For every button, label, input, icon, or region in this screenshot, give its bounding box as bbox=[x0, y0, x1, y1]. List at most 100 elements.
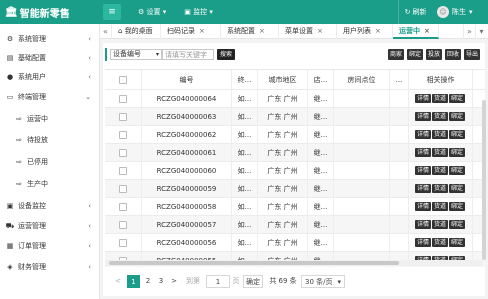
sidebar-item-system[interactable]: ⚙ 系统管理 ‹ bbox=[0, 30, 100, 48]
close-icon[interactable]: × bbox=[199, 27, 205, 35]
horizontal-scrollbar[interactable] bbox=[105, 260, 483, 266]
checkbox[interactable] bbox=[119, 220, 127, 229]
close-icon[interactable]: × bbox=[424, 27, 430, 35]
field-select[interactable]: 设备编号 ▾ bbox=[110, 49, 162, 60]
column-header[interactable]: 店... bbox=[308, 70, 334, 89]
lane-button[interactable]: 货道 bbox=[431, 202, 448, 211]
lane-button[interactable]: 货道 bbox=[431, 220, 448, 229]
detail-button[interactable]: 详情 bbox=[414, 94, 431, 103]
deploy-button[interactable]: 投放 bbox=[426, 49, 443, 60]
lane-button[interactable]: 货道 bbox=[431, 148, 448, 157]
tab-menu-settings[interactable]: 菜单设置 × bbox=[279, 24, 337, 39]
tab-operating[interactable]: 运营中 × bbox=[393, 24, 439, 39]
lane-button[interactable]: 货道 bbox=[431, 166, 448, 175]
table-row[interactable]: RCZG040000058 如... 广东 广州 继... 详情 货道 绑定 bbox=[105, 198, 485, 216]
sidebar-item-config[interactable]: ▤ 基础配置 ‹ bbox=[0, 49, 100, 67]
checkbox[interactable] bbox=[119, 238, 127, 247]
checkbox[interactable] bbox=[119, 75, 127, 84]
goto-page-input[interactable]: 1 bbox=[206, 275, 230, 288]
brand[interactable]: 🏛 智能新零售 bbox=[0, 0, 100, 24]
goto-confirm-button[interactable]: 确定 bbox=[243, 275, 263, 288]
tab-desktop[interactable]: ⌂ 我的桌面 bbox=[112, 24, 161, 39]
lane-button[interactable]: 货道 bbox=[431, 94, 448, 103]
sidebar-item-finance[interactable]: ◈ 财务管理 ‹ bbox=[0, 258, 100, 276]
bind-button[interactable]: 绑定 bbox=[449, 166, 466, 175]
table-row[interactable]: RCZG040000060 如... 广东 广州 继... 详情 货道 绑定 bbox=[105, 162, 485, 180]
sidebar-item-orders[interactable]: ▦ 订单管理 ‹ bbox=[0, 237, 100, 255]
bind-button[interactable]: 绑定 bbox=[449, 130, 466, 139]
checkbox[interactable] bbox=[119, 94, 127, 103]
bind-button[interactable]: 绑定 bbox=[407, 49, 424, 60]
table-row[interactable]: RCZG040000056 如... 广东 广州 继... 详情 货道 绑定 bbox=[105, 234, 485, 252]
refresh-button[interactable]: ↻ 刷新 bbox=[398, 0, 432, 24]
detail-button[interactable]: 详情 bbox=[414, 238, 431, 247]
menu-toggle-button[interactable]: ≡ bbox=[103, 4, 121, 20]
lane-button[interactable]: 货道 bbox=[431, 130, 448, 139]
header-select-all[interactable] bbox=[105, 70, 142, 89]
page-2-button[interactable]: 2 bbox=[143, 275, 153, 288]
checkbox[interactable] bbox=[119, 112, 127, 121]
detail-button[interactable]: 详情 bbox=[414, 130, 431, 139]
lane-button[interactable]: 货道 bbox=[431, 184, 448, 193]
keyword-input[interactable] bbox=[162, 49, 214, 60]
detail-button[interactable]: 详情 bbox=[414, 166, 431, 175]
checkbox[interactable] bbox=[119, 166, 127, 175]
page-size-select[interactable]: 30 条/页 ▾ bbox=[301, 275, 345, 288]
checkbox[interactable] bbox=[119, 148, 127, 157]
sidebar-subitem-producing[interactable]: ⇨ 生产中 bbox=[0, 175, 100, 193]
tab-scroll-right-icon[interactable]: » bbox=[463, 24, 475, 39]
close-icon[interactable]: × bbox=[375, 27, 381, 35]
table-row[interactable]: RCZG040000061 如... 广东 广州 继... 详情 货道 绑定 bbox=[105, 144, 485, 162]
sidebar-item-users[interactable]: ● 系统用户 ‹ bbox=[0, 68, 100, 86]
sidebar-subitem-pending[interactable]: ⇨ 待投放 bbox=[0, 131, 100, 149]
nav-monitor[interactable]: ▣ 监控 ▾ bbox=[184, 7, 213, 17]
column-header[interactable]: 城市地区 bbox=[258, 70, 308, 89]
user-menu[interactable]: ☺ 陈生 ▾ bbox=[437, 0, 473, 24]
scrollbar-thumb[interactable] bbox=[109, 261, 399, 265]
detail-button[interactable]: 详情 bbox=[414, 220, 431, 229]
recycle-button[interactable]: 回收 bbox=[445, 49, 462, 60]
next-page-button[interactable]: > bbox=[169, 275, 179, 288]
search-button[interactable]: 搜索 bbox=[217, 49, 235, 60]
sidebar-item-operations[interactable]: ⛟ 运营管理 ‹ bbox=[0, 217, 100, 235]
table-row[interactable]: RCZG040000064 如... 广东 广州 继... 详情 货道 绑定 bbox=[105, 90, 485, 108]
sidebar-item-monitor[interactable]: ▣ 设备监控 ‹ bbox=[0, 197, 100, 215]
merchant-button[interactable]: 商家 bbox=[388, 49, 405, 60]
bind-button[interactable]: 绑定 bbox=[449, 202, 466, 211]
page-1-button[interactable]: 1 bbox=[127, 275, 140, 288]
detail-button[interactable]: 详情 bbox=[414, 112, 431, 121]
column-header[interactable]: ... bbox=[390, 70, 409, 89]
bind-button[interactable]: 绑定 bbox=[449, 148, 466, 157]
export-button[interactable]: 导出 bbox=[464, 49, 481, 60]
prev-page-button[interactable]: < bbox=[113, 275, 123, 288]
checkbox[interactable] bbox=[119, 130, 127, 139]
checkbox[interactable] bbox=[119, 184, 127, 193]
table-row[interactable]: RCZG040000062 如... 广东 广州 继... 详情 货道 绑定 bbox=[105, 126, 485, 144]
close-icon[interactable]: × bbox=[317, 27, 323, 35]
table-row[interactable]: RCZG040000063 如... 广东 广州 继... 详情 货道 绑定 bbox=[105, 108, 485, 126]
lane-button[interactable]: 货道 bbox=[431, 112, 448, 121]
detail-button[interactable]: 详情 bbox=[414, 148, 431, 157]
sidebar-subitem-disabled[interactable]: ⇨ 已停用 bbox=[0, 153, 100, 171]
tab-menu-chevron-icon[interactable]: ▾ bbox=[475, 24, 487, 39]
detail-button[interactable]: 详情 bbox=[414, 202, 431, 211]
tab-user-list[interactable]: 用户列表 × bbox=[337, 24, 393, 39]
page-3-button[interactable]: 3 bbox=[156, 275, 166, 288]
tab-system-config[interactable]: 系统配置 × bbox=[221, 24, 279, 39]
sidebar-subitem-operating[interactable]: ⇨ 运营中 bbox=[0, 110, 100, 128]
detail-button[interactable]: 详情 bbox=[414, 184, 431, 193]
close-icon[interactable]: × bbox=[259, 27, 265, 35]
lane-button[interactable]: 货道 bbox=[431, 238, 448, 247]
bind-button[interactable]: 绑定 bbox=[449, 184, 466, 193]
column-header[interactable]: 终... bbox=[232, 70, 258, 89]
bind-button[interactable]: 绑定 bbox=[449, 238, 466, 247]
bind-button[interactable]: 绑定 bbox=[449, 220, 466, 229]
vertical-scrollbar[interactable] bbox=[482, 100, 486, 260]
tab-scan-records[interactable]: 扫码记录 × bbox=[161, 24, 221, 39]
bind-button[interactable]: 绑定 bbox=[449, 94, 466, 103]
column-header[interactable]: 编号 bbox=[142, 70, 232, 89]
tab-scroll-left-icon[interactable]: « bbox=[100, 24, 112, 39]
bind-button[interactable]: 绑定 bbox=[449, 112, 466, 121]
sidebar-item-terminal[interactable]: ▭ 终端管理 ⌄ bbox=[0, 88, 100, 106]
nav-settings[interactable]: ⚙ 设置 ▾ bbox=[138, 7, 166, 17]
